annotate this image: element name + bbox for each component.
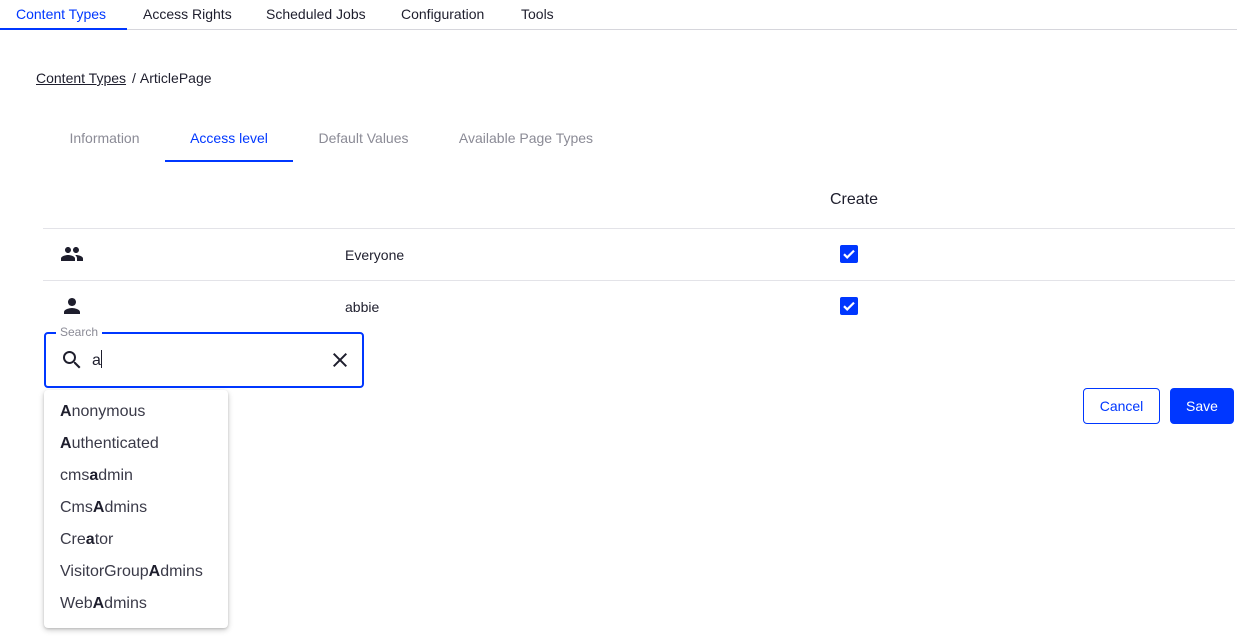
table-divider xyxy=(43,228,1235,229)
text-caret xyxy=(100,350,102,368)
tab-information[interactable]: Information xyxy=(44,118,165,162)
list-item[interactable]: Creator xyxy=(60,524,113,556)
cancel-button[interactable]: Cancel xyxy=(1083,388,1160,424)
breadcrumb-separator: / xyxy=(132,70,136,86)
list-item[interactable]: VisitorGroupAdmins xyxy=(60,556,203,588)
topnav-content-types[interactable]: Content Types xyxy=(0,0,127,30)
topnav-tools[interactable]: Tools xyxy=(521,0,554,30)
group-icon xyxy=(60,242,84,266)
search-value[interactable]: a xyxy=(92,350,102,371)
topnav-configuration[interactable]: Configuration xyxy=(401,0,484,30)
topnav-access-rights[interactable]: Access Rights xyxy=(143,0,232,30)
list-item[interactable]: CmsAdmins xyxy=(60,492,147,524)
search-value-text: a xyxy=(92,352,101,369)
search-icon xyxy=(60,348,84,372)
tab-available-page-types[interactable]: Available Page Types xyxy=(434,118,618,162)
create-checkbox-abbie[interactable] xyxy=(840,297,858,315)
search-label: Search xyxy=(56,325,103,339)
list-item[interactable]: WebAdmins xyxy=(60,588,147,620)
close-icon[interactable] xyxy=(328,348,352,372)
breadcrumb: Content Types / ArticlePage xyxy=(36,69,212,87)
column-header-create: Create xyxy=(830,191,879,208)
list-item[interactable]: cmsadmin xyxy=(60,460,133,492)
tab-default-values[interactable]: Default Values xyxy=(293,118,434,162)
breadcrumb-current: ArticlePage xyxy=(139,70,212,86)
breadcrumb-link-content-types[interactable]: Content Types xyxy=(36,70,126,86)
row-name-everyone: Everyone xyxy=(345,247,405,263)
topnav-scheduled-jobs[interactable]: Scheduled Jobs xyxy=(266,0,366,30)
row-name-abbie: abbie xyxy=(345,299,380,315)
person-icon xyxy=(60,294,84,318)
list-item[interactable]: Anonymous xyxy=(60,396,145,428)
create-checkbox-everyone[interactable] xyxy=(840,245,858,263)
top-navigation: Content Types Access Rights Scheduled Jo… xyxy=(0,0,1237,30)
suggestion-dropdown: Anonymous Authenticated cmsadmin CmsAdmi… xyxy=(44,390,228,628)
list-item[interactable]: Authenticated xyxy=(60,428,159,460)
save-button[interactable]: Save xyxy=(1170,388,1234,424)
tab-access-level[interactable]: Access level xyxy=(165,118,293,162)
table-divider xyxy=(43,280,1235,281)
